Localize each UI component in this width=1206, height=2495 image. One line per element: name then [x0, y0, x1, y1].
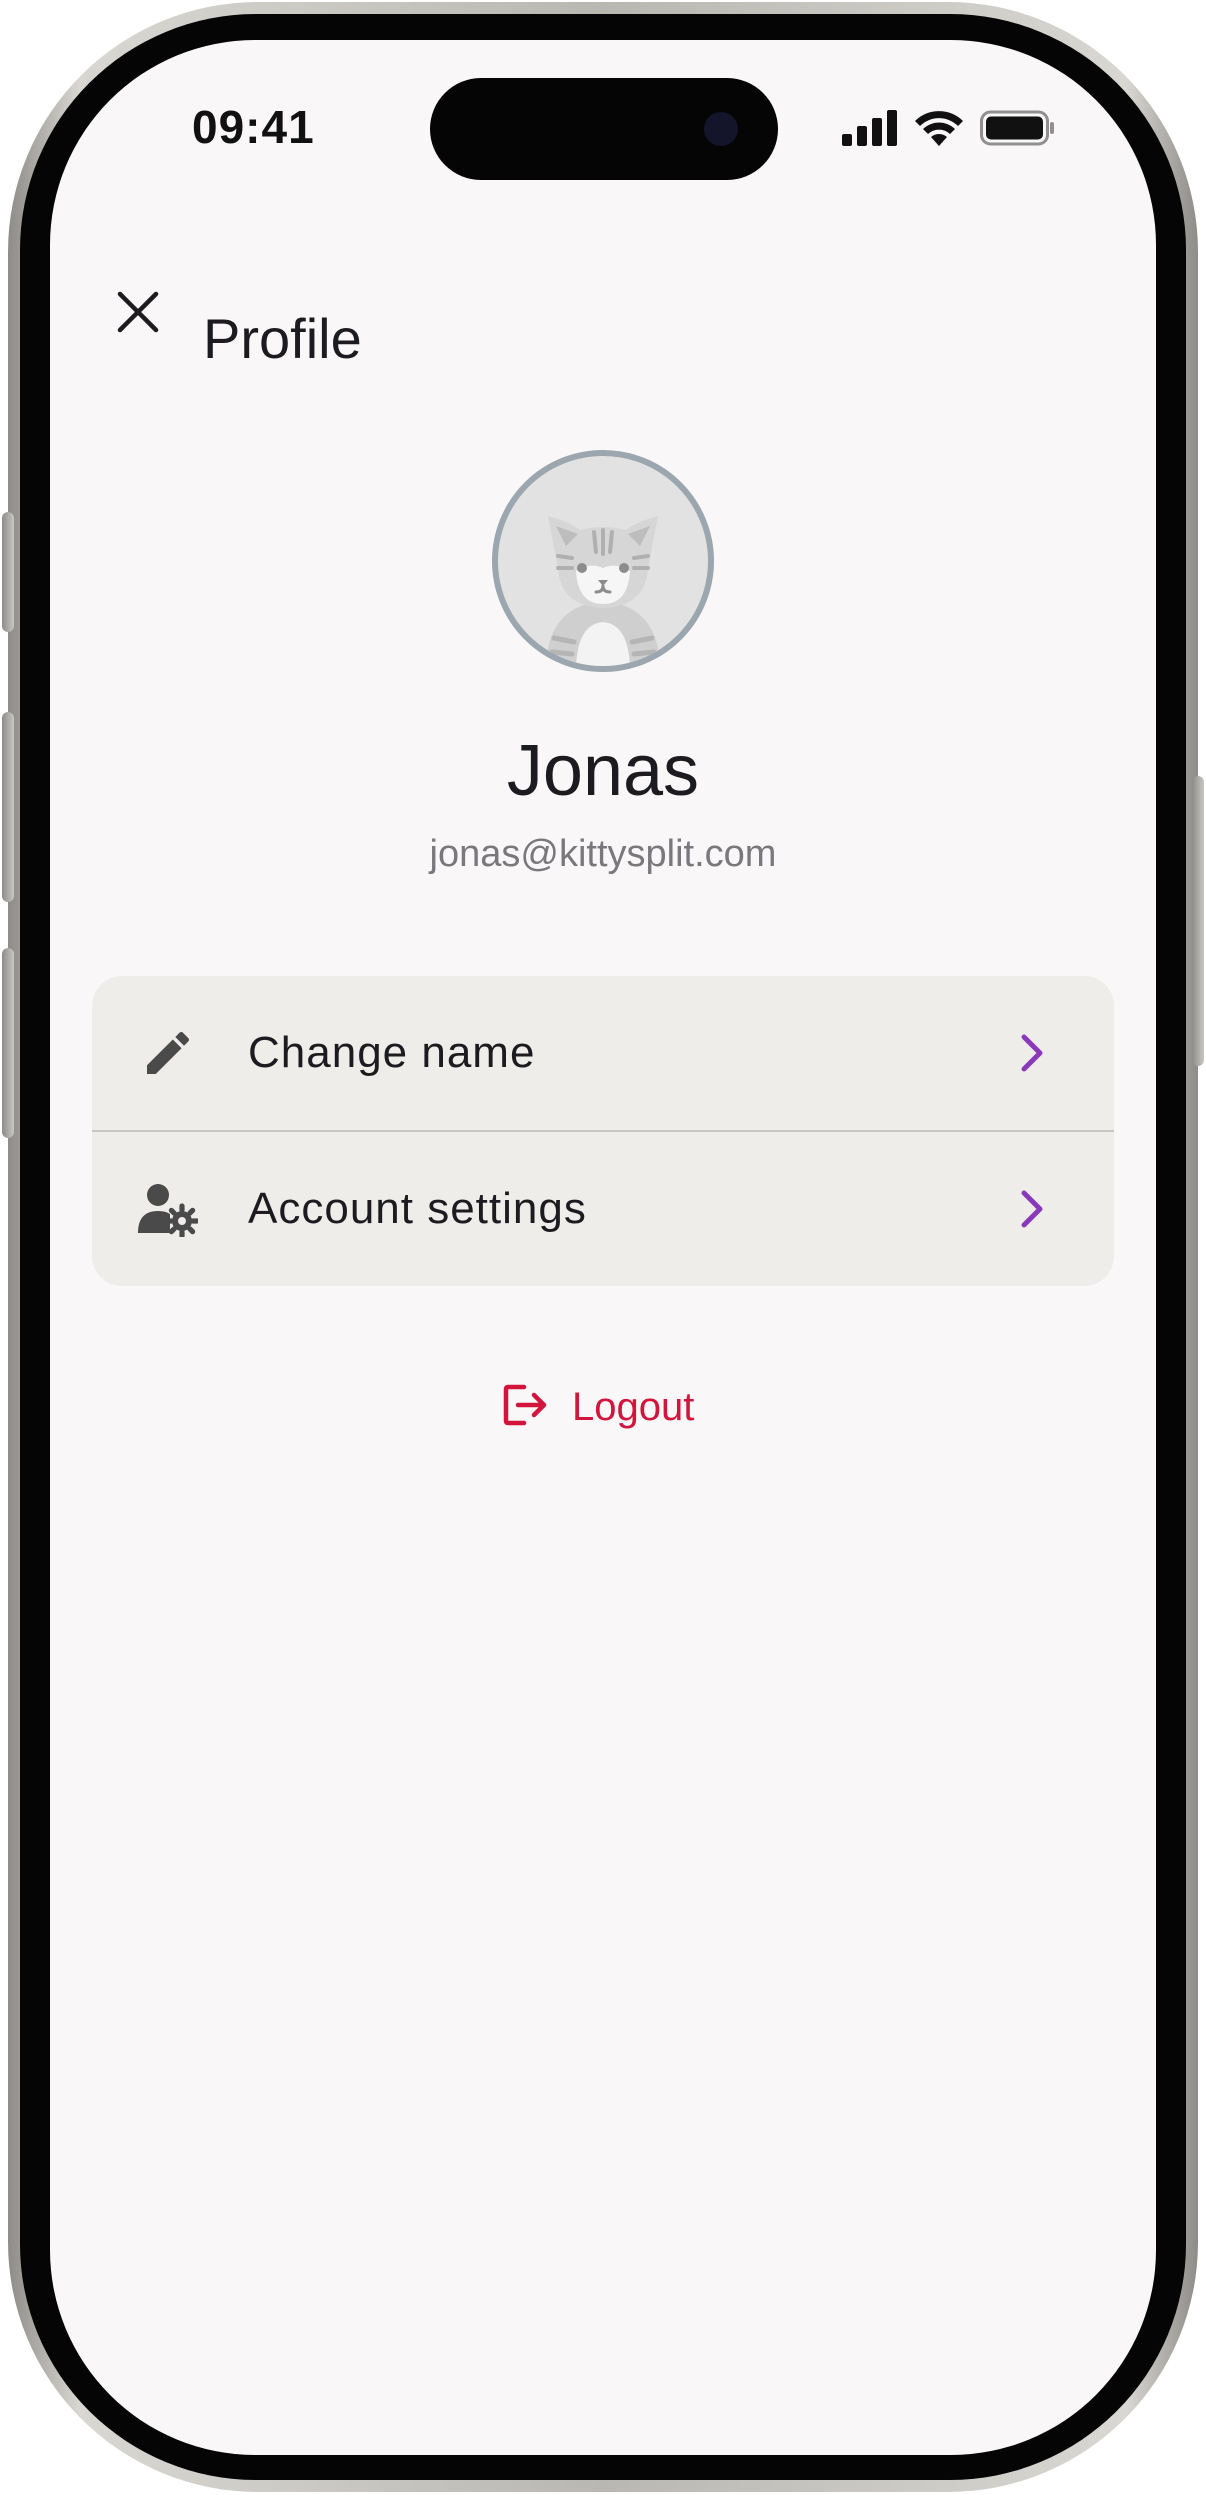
chevron-right-icon — [1012, 1189, 1052, 1229]
close-button[interactable] — [102, 278, 174, 350]
cat-avatar-icon — [498, 516, 708, 666]
avatar[interactable] — [492, 450, 714, 672]
status-icons — [842, 110, 1056, 151]
battery-icon — [980, 110, 1056, 151]
cellular-signal-icon — [842, 110, 898, 151]
profile-name: Jonas — [506, 731, 700, 811]
account-settings-label: Account settings — [248, 1184, 587, 1233]
dynamic-island — [430, 78, 778, 180]
logout-button[interactable]: Logout — [502, 1370, 694, 1444]
side-button — [1192, 776, 1204, 1066]
volume-up-button — [2, 712, 14, 902]
page-title: Profile — [203, 307, 362, 370]
account-settings-item[interactable]: Account settings — [92, 1132, 1114, 1286]
change-name-label: Change name — [248, 1028, 536, 1077]
screen: 09:41 Profile Jonas jonas@kittysplit.com… — [50, 40, 1156, 2455]
logout-icon — [502, 1383, 548, 1432]
profile-menu: Change name Account settings — [92, 976, 1114, 1286]
user-gear-icon — [138, 1179, 198, 1239]
close-icon — [116, 290, 160, 339]
change-name-item[interactable]: Change name — [92, 976, 1114, 1130]
profile-email: jonas@kittysplit.com — [429, 833, 777, 875]
pencil-icon — [138, 1023, 198, 1083]
wifi-icon — [914, 110, 964, 151]
front-camera — [704, 112, 738, 146]
volume-down-button — [2, 948, 14, 1138]
chevron-right-icon — [1012, 1033, 1052, 1073]
action-button — [2, 512, 14, 632]
status-time: 09:41 — [192, 101, 315, 153]
logout-label: Logout — [572, 1384, 695, 1429]
